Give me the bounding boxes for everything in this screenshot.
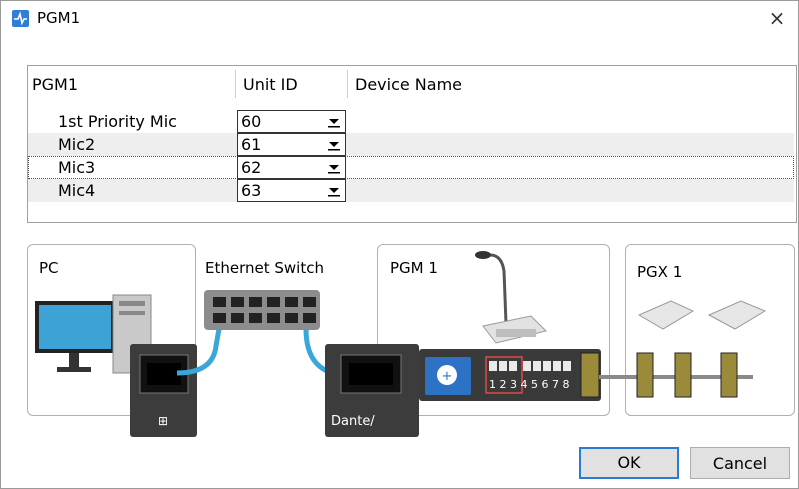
lan-port-icon: ⊞ <box>130 344 197 437</box>
paging-microphone-icon <box>475 251 547 344</box>
dialog-window: PGM1 × PGM1 Unit ID Device Name 1st Prio… <box>0 0 799 489</box>
dante-label: Dante/ <box>331 414 375 429</box>
dip-switch-numbers: 1 2 3 4 5 6 7 8 <box>489 378 569 391</box>
cancel-button[interactable]: Cancel <box>690 447 790 479</box>
svg-text:+: + <box>442 369 453 384</box>
pgx-unit-icon <box>637 300 767 330</box>
monitor-icon <box>35 301 115 372</box>
pgx-connector-icon <box>636 352 738 398</box>
svg-text:⊞: ⊞ <box>158 414 168 428</box>
pgm-device-panel: + 1 2 3 4 5 6 7 8 <box>419 349 601 401</box>
ethernet-switch-icon <box>204 290 320 330</box>
dante-port-icon: Dante/ <box>325 344 419 437</box>
connection-diagram: ⊞ + 1 2 3 4 5 6 7 8 Dante/ <box>35 251 767 437</box>
ok-button[interactable]: OK <box>579 447 679 479</box>
